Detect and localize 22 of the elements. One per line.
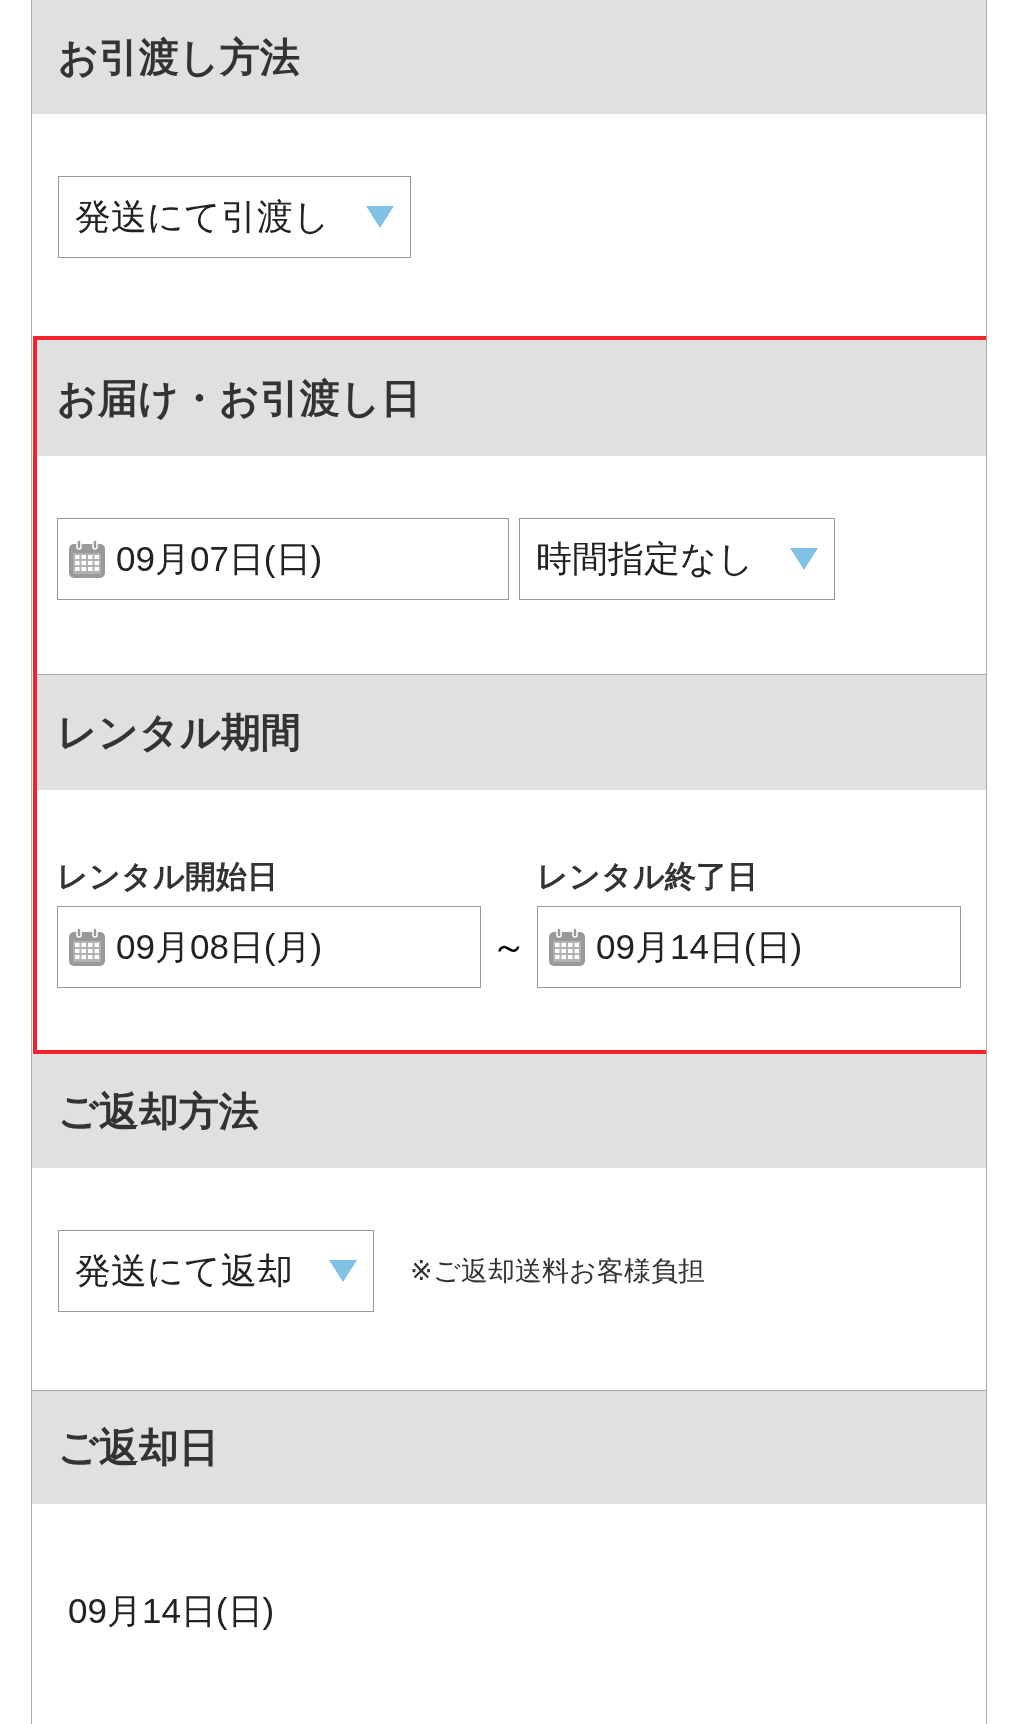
calendar-icon (68, 539, 106, 579)
dropdown-arrow-icon (366, 206, 394, 228)
note-text: ※ご返却送料お客様負担 (410, 1255, 705, 1288)
field-label: レンタル開始日 (57, 858, 279, 896)
dropdown-select[interactable]: 発送にて引渡し (58, 176, 411, 258)
calendar-icon (68, 927, 106, 967)
dropdown-arrow-icon (329, 1260, 357, 1282)
section-title: ご返却日 (58, 1424, 219, 1471)
date-field[interactable]: 09月14日(日) (537, 906, 961, 988)
dropdown-arrow-icon (790, 548, 818, 570)
time-select[interactable]: 時間指定なし (519, 518, 835, 600)
section-title: お引渡し方法 (58, 33, 300, 81)
range-separator: ～ (490, 925, 528, 969)
section-title: レンタル期間 (57, 709, 301, 756)
calendar-icon (548, 927, 586, 967)
section-title: お届け・お引渡し日 (57, 374, 421, 422)
dropdown-select[interactable]: 発送にて返却 (58, 1230, 374, 1312)
section-title: ご返却方法 (58, 1087, 259, 1135)
field-label: レンタル終了日 (537, 858, 759, 896)
date-field[interactable]: 09月07日(日) (57, 518, 509, 600)
date-field[interactable]: 09月08日(月) (57, 906, 481, 988)
return-date-text: 09月14日(日) (68, 1591, 275, 1630)
